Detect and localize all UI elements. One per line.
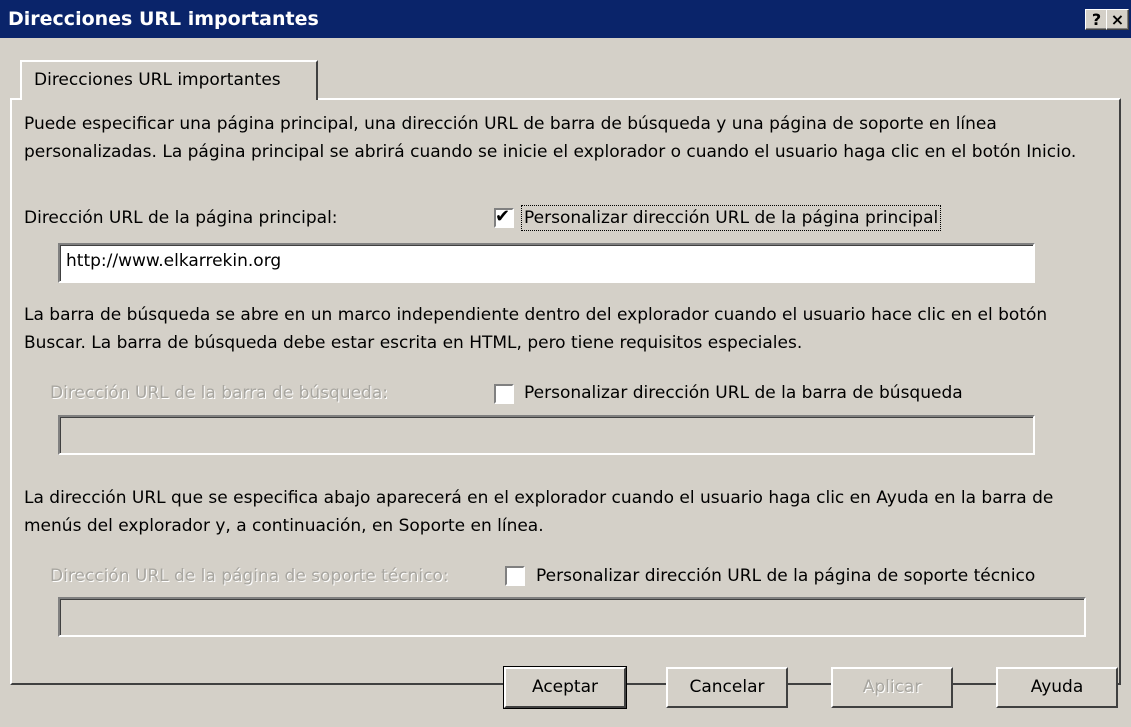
home-description: Puede especificar una página principal, … — [24, 114, 1077, 162]
help-button[interactable]: Ayuda — [996, 667, 1118, 708]
support-description: La dirección URL que se especifica abajo… — [24, 488, 1054, 536]
tab-direcciones-url[interactable]: Direcciones URL importantes — [20, 60, 318, 100]
support-url-label: Dirección URL de la página de soporte té… — [50, 566, 449, 586]
apply-button[interactable]: Aplicar — [831, 667, 953, 708]
window-title: Direcciones URL importantes — [8, 8, 319, 30]
home-url-label: Dirección URL de la página principal: — [24, 208, 338, 228]
home-customize-label[interactable]: Personalizar dirección URL de la página … — [520, 205, 942, 231]
home-url-input[interactable]: http://www.elkarrekin.org — [58, 243, 1035, 283]
close-button[interactable]: × — [1106, 9, 1129, 30]
search-customize-label[interactable]: Personalizar dirección URL de la barra d… — [524, 383, 963, 403]
checkmark-icon: ✔ — [495, 206, 511, 227]
search-customize-checkbox[interactable] — [494, 384, 514, 404]
help-title-button[interactable]: ? — [1085, 9, 1108, 30]
search-description: La barra de búsqueda se abre en un marco… — [24, 305, 1048, 353]
search-url-label: Dirección URL de la barra de búsqueda: — [50, 383, 388, 403]
tab-label: Direcciones URL importantes — [34, 70, 281, 90]
cancel-button[interactable]: Cancelar — [666, 667, 788, 708]
support-url-input[interactable] — [58, 597, 1086, 637]
home-customize-checkbox[interactable]: ✔ — [494, 206, 514, 228]
support-customize-checkbox[interactable] — [505, 566, 525, 586]
title-bar[interactable]: Direcciones URL importantes ? × — [0, 0, 1131, 38]
search-url-input[interactable] — [58, 415, 1035, 455]
accept-button[interactable]: Aceptar — [503, 666, 627, 709]
support-customize-label[interactable]: Personalizar dirección URL de la página … — [536, 566, 1035, 586]
